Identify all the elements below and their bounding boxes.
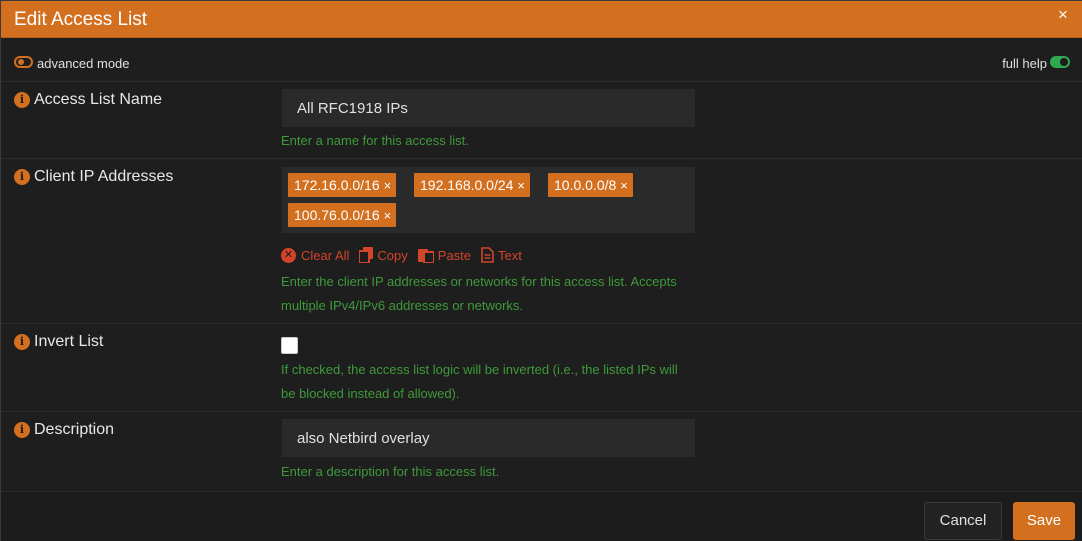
save-button[interactable]: Save xyxy=(1013,502,1075,540)
advanced-mode-label: advanced mode xyxy=(37,56,130,71)
info-icon[interactable]: i xyxy=(14,169,30,185)
invert-help-line: If checked, the access list logic will b… xyxy=(281,362,678,377)
invert-label-text: Invert List xyxy=(34,333,104,350)
paste-button[interactable]: Paste xyxy=(417,247,472,263)
text-label: Text xyxy=(498,247,522,263)
access-list-name-input[interactable]: All RFC1918 IPs xyxy=(282,89,695,127)
info-icon[interactable]: i xyxy=(14,422,30,438)
dialog-footer: Cancel Save xyxy=(1,492,1082,541)
advanced-mode-toggle[interactable] xyxy=(14,56,33,68)
cancel-button[interactable]: Cancel xyxy=(924,502,1002,540)
invert-field-label: i Invert List xyxy=(14,333,103,351)
full-help-toggle[interactable] xyxy=(1050,56,1070,68)
remove-tag-icon[interactable]: × xyxy=(517,174,525,198)
invert-help-text: If checked, the access list logic will b… xyxy=(281,358,701,406)
remove-tag-icon[interactable]: × xyxy=(384,174,392,198)
clear-all-label: Clear All xyxy=(301,247,350,263)
clear-all-button[interactable]: ✕ Clear All xyxy=(281,247,349,263)
tag-actions: ✕ Clear All Copy Paste Text xyxy=(281,247,532,263)
ip-tag-text: 172.16.0.0/16 xyxy=(294,177,380,193)
clients-help-text: Enter the client IP addresses or network… xyxy=(281,270,701,318)
description-field-label: i Description xyxy=(14,421,114,439)
dialog-title: Edit Access List xyxy=(14,9,148,30)
remove-tag-icon[interactable]: × xyxy=(384,204,392,228)
name-help-text: Enter a name for this access list. xyxy=(281,133,469,148)
copy-label: Copy xyxy=(377,247,408,263)
invert-row: i Invert List If checked, the access lis… xyxy=(1,324,1082,412)
copy-icon xyxy=(359,247,374,263)
full-help-label: full help xyxy=(1002,56,1047,71)
ip-tag: 10.0.0.0/8 × xyxy=(548,173,633,197)
client-ip-tags-input[interactable]: 172.16.0.0/16 × 192.168.0.0/24 × 10.0.0.0/… xyxy=(282,167,695,233)
ip-tag-text: 100.76.0.0/16 xyxy=(294,207,380,223)
ip-tag: 172.16.0.0/16 × xyxy=(288,173,397,198)
dialog-header: Edit Access List × xyxy=(1,1,1082,38)
name-row: i Access List Name All RFC1918 IPs Enter… xyxy=(1,82,1082,159)
paste-icon xyxy=(417,249,434,263)
text-button[interactable]: Text xyxy=(481,247,522,263)
description-label-text: Description xyxy=(34,421,115,438)
copy-button[interactable]: Copy xyxy=(359,247,408,263)
edit-access-list-dialog: Edit Access List × advanced mode full he… xyxy=(0,0,1082,541)
close-icon[interactable]: × xyxy=(1055,6,1071,24)
mode-toolbar: advanced mode full help xyxy=(1,38,1082,82)
info-icon[interactable]: i xyxy=(14,92,30,108)
clients-field-label: i Client IP Addresses xyxy=(14,168,173,186)
text-file-icon xyxy=(481,247,494,263)
clear-icon: ✕ xyxy=(281,247,296,263)
clients-help-line: Enter the client IP addresses or network… xyxy=(281,274,677,289)
paste-label: Paste xyxy=(437,247,472,263)
ip-tag-text: 192.168.0.0/24 xyxy=(420,177,514,193)
ip-tag-text: 10.0.0.0/8 xyxy=(554,177,617,193)
ip-tag: 100.76.0.0/16 × xyxy=(288,203,397,228)
info-icon[interactable]: i xyxy=(14,334,30,350)
ip-tag: 192.168.0.0/24 × xyxy=(414,173,531,198)
description-input[interactable]: also Netbird overlay xyxy=(282,419,695,457)
clients-row: i Client IP Addresses 172.16.0.0/16 × 192… xyxy=(1,159,1082,324)
clients-label-text: Client IP Addresses xyxy=(34,168,174,185)
name-field-label: i Access List Name xyxy=(14,91,162,109)
name-label-text: Access List Name xyxy=(34,91,163,108)
remove-tag-icon[interactable]: × xyxy=(620,174,628,198)
invert-list-checkbox[interactable] xyxy=(281,337,298,354)
description-row: i Description also Netbird overlay Enter… xyxy=(1,412,1082,492)
clients-help-line: multiple IPv4/IPv6 addresses or networks… xyxy=(281,298,524,313)
description-help-text: Enter a description for this access list… xyxy=(281,464,500,479)
invert-help-line: be blocked instead of allowed). xyxy=(281,386,460,401)
